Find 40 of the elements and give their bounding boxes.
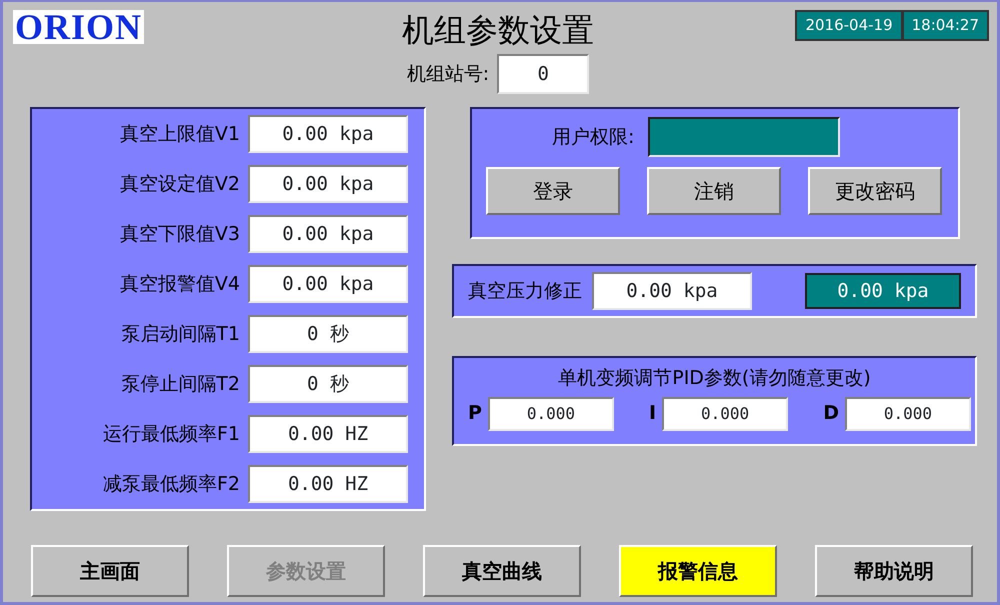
parameter-label: 运行最低频率F1 (102, 422, 240, 447)
parameter-label: 真空上限值V1 (120, 122, 240, 147)
pid-field[interactable]: 0.000 (488, 396, 614, 430)
pid-title: 单机变频调节PID参数(请勿随意更改) (558, 367, 871, 389)
parameter-field[interactable]: 0.00 kpa (248, 265, 408, 303)
parameter-label: 真空报警值V4 (120, 272, 240, 297)
nav-button[interactable]: 报警信息 (619, 545, 777, 597)
account-button[interactable]: 更改密码 (808, 167, 942, 215)
correction-field[interactable]: 0.00 kpa (592, 272, 752, 310)
correction-label: 真空压力修正 (468, 278, 582, 304)
screen-title: 机组参数设置 (402, 10, 594, 50)
permission-label: 用户权限: (552, 124, 634, 150)
correction-reading: 0.00 kpa (805, 273, 961, 309)
nav-button[interactable]: 帮助说明 (815, 545, 973, 597)
logo: ORION (13, 10, 144, 44)
date-display: 2016-04-19 (795, 10, 903, 40)
pid-label: P (468, 401, 482, 426)
parameter-field[interactable]: 0 秒 (248, 315, 408, 353)
parameter-label: 真空设定值V2 (120, 172, 240, 197)
parameter-field[interactable]: 0.00 HZ (248, 415, 408, 453)
account-button[interactable]: 登录 (486, 167, 620, 215)
parameter-label: 泵停止间隔T2 (121, 372, 240, 397)
parameter-label: 减泵最低频率F2 (102, 472, 240, 497)
nav-button[interactable]: 主画面 (31, 545, 189, 597)
station-label: 机组站号: (406, 62, 490, 87)
parameter-field[interactable]: 0.00 kpa (248, 165, 408, 203)
parameter-label: 泵启动间隔T1 (121, 322, 240, 347)
parameter-field[interactable]: 0.00 HZ (248, 465, 408, 503)
account-button[interactable]: 注销 (647, 167, 781, 215)
pid-label: I (649, 401, 656, 426)
parameter-field[interactable]: 0.00 kpa (248, 115, 408, 153)
pid-field[interactable]: 0.000 (662, 396, 788, 430)
parameter-label: 真空下限值V3 (120, 222, 240, 247)
station-field[interactable]: 0 (497, 54, 590, 94)
parameter-field[interactable]: 0.00 kpa (248, 215, 408, 253)
pid-field[interactable]: 0.000 (844, 396, 971, 430)
parameter-field[interactable]: 0 秒 (248, 365, 408, 403)
nav-button[interactable]: 真空曲线 (423, 545, 581, 597)
pid-label: D (823, 401, 839, 426)
time-display: 18:04:27 (902, 10, 989, 40)
